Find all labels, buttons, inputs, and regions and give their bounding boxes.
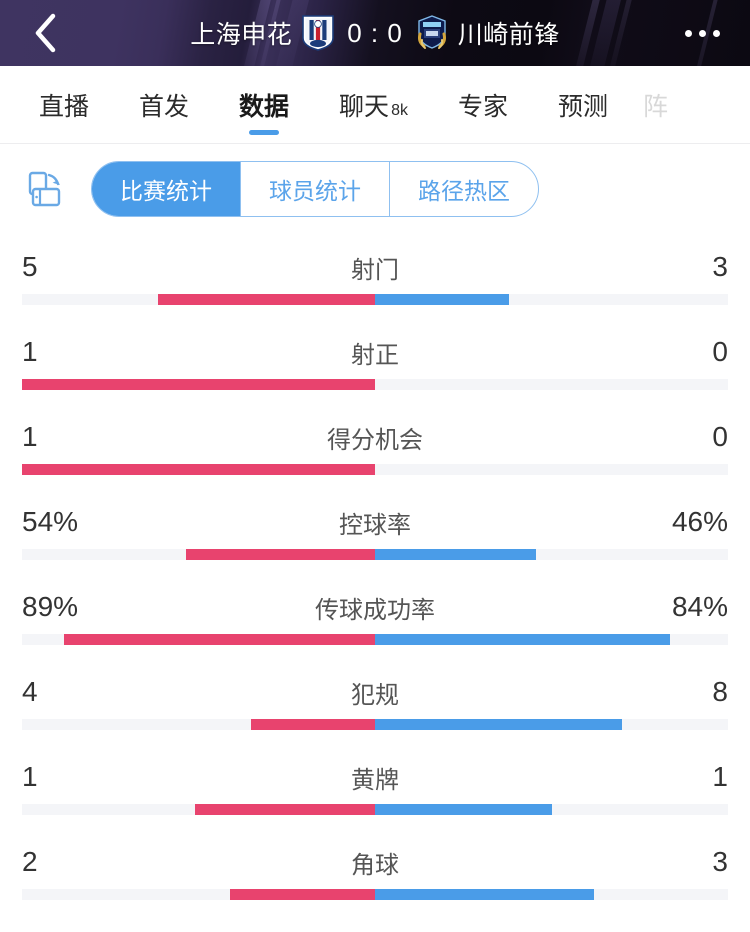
stat-header: 1 黄牌 1 [22,750,728,804]
tab-0[interactable]: 直播 [14,66,114,143]
stat-bar-home [186,549,375,560]
stat-label: 黄牌 [351,766,399,794]
more-options-icon[interactable] [674,0,730,66]
stat-bar-home [194,804,375,815]
tab-2[interactable]: 数据 [214,66,314,143]
stat-header: 2 角球 3 [22,835,728,889]
stat-bar-home [251,719,375,730]
stat-row: 89% 传球成功率 84% [22,580,728,665]
away-team-name: 川崎前锋 [457,21,560,49]
tab-label: 首发 [139,93,190,121]
stat-row: 1 黄牌 1 [22,750,728,835]
stat-bar-track [22,889,728,900]
more-dot [712,29,720,37]
stat-label: 犯规 [351,681,399,709]
stat-label: 得分机会 [327,426,423,454]
stat-row: 1 得分机会 0 [22,410,728,495]
more-dot [698,29,706,37]
stat-bar-track [22,804,728,815]
stat-row: 2 角球 3 [22,835,728,920]
tab-label: 聊天 8k [339,93,408,121]
segment-0[interactable]: 比赛统计 [92,162,240,216]
stat-away-value: 1 [712,761,728,792]
stat-header: 89% 传球成功率 84% [22,580,728,634]
tab-label: 预测 [557,93,608,121]
stat-away-value: 46% [671,506,728,537]
section-tabbar: 直播 首发 数据 聊天 8k 专家 预测 阵 [0,66,750,144]
tab-5[interactable]: 预测 [533,66,633,143]
stat-bar-home [22,464,375,475]
stat-home-value: 4 [22,676,38,707]
stat-bar-home [157,294,375,305]
home-team-name: 上海申花 [190,21,293,49]
stat-header: 4 犯规 8 [22,665,728,719]
stat-bar-track [22,464,728,475]
stat-away-value: 3 [712,251,728,282]
tab-label: 阵 [643,93,669,121]
segment-2[interactable]: 路径热区 [389,162,538,216]
stat-home-value: 54% [22,506,79,537]
stat-bar-track [22,294,728,305]
kawasaki-frontale-crest [415,14,449,52]
stat-away-value: 0 [712,336,728,367]
match-header: 上海申花 0 : 0 川崎前锋 [0,0,750,66]
more-dot [684,29,692,37]
shanghai-shenhua-crest [301,14,335,52]
stat-bar-track [22,379,728,390]
stat-row: 4 犯规 8 [22,665,728,750]
stat-bar-away [375,634,670,645]
stat-bar-track [22,549,728,560]
stat-label: 控球率 [339,511,411,539]
stat-label: 射门 [351,256,399,284]
stat-home-value: 89% [22,591,79,622]
stat-away-value: 0 [712,421,728,452]
stat-bar-home [22,379,375,390]
stat-bar-away [375,719,623,730]
stat-home-value: 2 [22,846,38,877]
tab-badge: 8k [391,102,408,119]
stat-bar-track [22,634,728,645]
stat-bar-home [230,889,375,900]
stat-bar-home [64,634,375,645]
match-stats-list: 5 射门 3 1 射正 0 1 得分机会 0 54% 控球率 46% 89% 传球成功率 84% 4 犯规 8 1 黄… [0,240,750,920]
tab-6[interactable]: 阵 [633,66,678,143]
segment-1[interactable]: 球员统计 [240,162,389,216]
tab-label: 专家 [457,93,508,121]
scoreboard: 上海申花 0 : 0 川崎前锋 [0,0,750,66]
stat-label: 传球成功率 [315,596,435,624]
stat-header: 5 射门 3 [22,240,728,294]
tab-3[interactable]: 聊天 8k [314,66,433,143]
stats-segmented-control: 比赛统计 球员统计 路径热区 [91,161,539,217]
stat-away-value: 84% [671,591,728,622]
stat-away-value: 8 [712,676,728,707]
match-score: 0 : 0 [347,17,403,48]
screen-rotate-icon[interactable] [22,166,68,212]
stat-bar-away [375,804,552,815]
stat-home-value: 5 [22,251,38,282]
stat-bar-away [375,294,510,305]
stat-row: 1 射正 0 [22,325,728,410]
stat-row: 54% 控球率 46% [22,495,728,580]
stat-bar-track [22,719,728,730]
stat-home-value: 1 [22,421,38,452]
tab-label: 直播 [39,93,90,121]
stat-label: 角球 [351,851,399,879]
stat-header: 54% 控球率 46% [22,495,728,549]
stat-bar-away [375,889,594,900]
stat-header: 1 得分机会 0 [22,410,728,464]
tab-1[interactable]: 首发 [114,66,214,143]
tab-4[interactable]: 专家 [433,66,533,143]
stat-home-value: 1 [22,336,38,367]
stat-row: 5 射门 3 [22,240,728,325]
stat-label: 射正 [351,341,399,369]
stats-toolbar: 比赛统计 球员统计 路径热区 [0,144,750,234]
tab-label: 数据 [239,93,290,121]
tab-list: 直播 首发 数据 聊天 8k 专家 预测 阵 [0,66,750,143]
stat-header: 1 射正 0 [22,325,728,379]
stat-away-value: 3 [712,846,728,877]
stat-bar-away [375,549,536,560]
stat-home-value: 1 [22,761,38,792]
